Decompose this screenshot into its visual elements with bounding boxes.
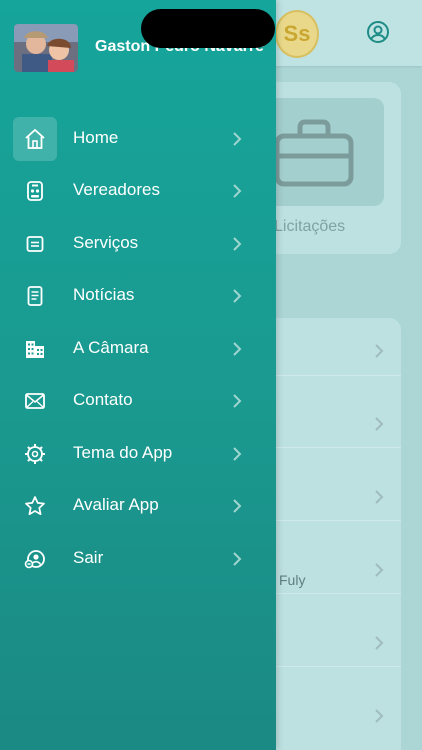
- menu-item-avaliar-app[interactable]: Avaliar App: [0, 480, 276, 532]
- menu-item-label: Notícias: [73, 285, 135, 304]
- list-divider: [258, 666, 401, 667]
- list-divider: [258, 593, 401, 594]
- chevron-right-icon: [233, 447, 242, 461]
- menu-item-noticias[interactable]: Notícias: [0, 270, 276, 322]
- theme-icon: [13, 432, 57, 476]
- building-icon: [13, 327, 57, 371]
- chevron-right-icon: [375, 417, 384, 431]
- councilor-icon: [13, 169, 57, 213]
- chevron-right-icon: [375, 490, 384, 504]
- chevron-right-icon: [233, 394, 242, 408]
- chevron-right-icon: [375, 636, 384, 650]
- chevron-right-icon: [233, 289, 242, 303]
- menu-item-home[interactable]: Home: [0, 113, 276, 165]
- menu-item-label: Serviços: [73, 233, 139, 252]
- menu-item-tema-do-app[interactable]: Tema do App: [0, 428, 276, 480]
- menu-item-label: A Câmara: [73, 338, 149, 357]
- list-divider: [258, 375, 401, 376]
- menu-item-label: Home: [73, 128, 119, 147]
- chevron-right-icon: [233, 342, 242, 356]
- menu-item-a-camara[interactable]: A Câmara: [0, 323, 276, 375]
- licitacoes-label: Licitações: [274, 218, 346, 235]
- chevron-right-icon: [375, 563, 384, 577]
- home-icon: [13, 117, 57, 161]
- chevron-right-icon: [233, 184, 242, 198]
- device-notch: [141, 9, 275, 48]
- menu-item-label: Sair: [73, 548, 104, 567]
- side-drawer: Gaston Pedro Navarre Home Vereadores Ser…: [0, 0, 276, 750]
- chevron-right-icon: [233, 499, 242, 513]
- chevron-right-icon: [233, 552, 242, 566]
- menu-item-label: Vereadores: [73, 180, 160, 199]
- avatar[interactable]: [14, 24, 78, 72]
- chevron-right-icon: [375, 709, 384, 723]
- services-icon: [13, 222, 57, 266]
- list-divider: [258, 520, 401, 521]
- menu-item-label: Avaliar App: [73, 495, 159, 514]
- user-profile-icon[interactable]: [366, 20, 390, 44]
- list-item-text: Fuly: [279, 572, 306, 588]
- chevron-right-icon: [233, 237, 242, 251]
- news-icon: [13, 274, 57, 318]
- menu-item-label: Contato: [73, 390, 133, 409]
- briefcase-icon: [274, 119, 354, 187]
- menu-item-vereadores[interactable]: Vereadores: [0, 165, 276, 217]
- menu-item-sair[interactable]: Sair: [0, 533, 276, 585]
- menu-item-contato[interactable]: Contato: [0, 375, 276, 427]
- app-logo: Ss: [275, 10, 319, 58]
- logout-icon: [13, 537, 57, 581]
- star-icon: [13, 484, 57, 528]
- chevron-right-icon: [375, 344, 384, 358]
- chevron-right-icon: [233, 132, 242, 146]
- background-list: [258, 318, 401, 750]
- menu-item-label: Tema do App: [73, 443, 173, 462]
- menu-item-servicos[interactable]: Serviços: [0, 218, 276, 270]
- mail-icon: [13, 379, 57, 423]
- list-divider: [258, 447, 401, 448]
